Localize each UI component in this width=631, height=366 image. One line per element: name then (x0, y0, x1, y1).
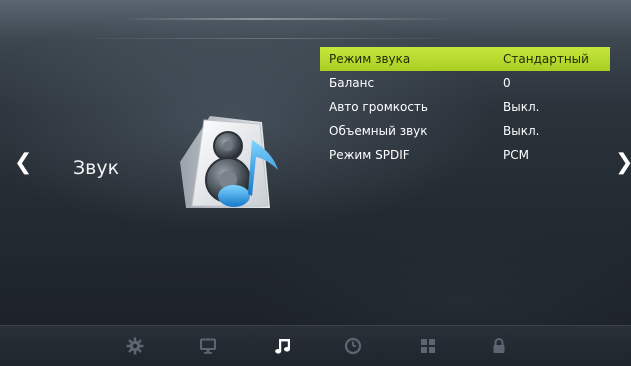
menu-item-label: Баланс (329, 76, 375, 90)
menu-item-label: Объемный звук (329, 124, 428, 138)
screen-glare (120, 18, 460, 20)
monitor-icon (200, 338, 216, 354)
screen-glare (60, 38, 480, 39)
menu-item-balance[interactable]: Баланс 0 (320, 71, 610, 95)
menu-item-value: PCM (503, 148, 529, 162)
menu-item-surround-sound[interactable]: Объемный звук Выкл. (320, 119, 610, 143)
menu-item-value: Стандартный (503, 52, 589, 66)
tab-lock[interactable] (488, 337, 510, 355)
menu-item-spdif-mode[interactable]: Режим SPDIF PCM (320, 143, 610, 167)
tab-settings[interactable] (124, 337, 146, 355)
menu-item-label: Режим звука (329, 52, 411, 66)
clock-icon (344, 337, 362, 355)
menu-item-value: Выкл. (503, 124, 540, 138)
menu-item-label: Режим SPDIF (329, 148, 410, 162)
lock-icon (493, 338, 505, 353)
bottom-tab-bar (0, 325, 631, 366)
tab-sound[interactable] (272, 337, 294, 355)
music-note-icon (275, 339, 290, 354)
grid-icon (421, 339, 435, 353)
tab-apps[interactable] (417, 337, 439, 355)
tab-picture[interactable] (197, 337, 219, 355)
speaker-music-icon (180, 116, 278, 208)
section-title: Звук (73, 157, 120, 179)
menu-item-auto-volume[interactable]: Авто громкость Выкл. (320, 95, 610, 119)
menu-item-sound-mode[interactable]: Режим звука Стандартный (320, 47, 610, 71)
next-page-arrow[interactable]: ❯ (615, 152, 631, 174)
tv-settings-screen: ❮ ❯ Звук (0, 0, 631, 366)
settings-menu: Режим звука Стандартный Баланс 0 Авто гр… (320, 47, 610, 167)
menu-item-value: Выкл. (503, 100, 540, 114)
menu-item-label: Авто громкость (329, 100, 428, 114)
tab-time[interactable] (342, 337, 364, 355)
menu-item-value: 0 (503, 76, 511, 90)
previous-page-arrow[interactable]: ❮ (14, 152, 32, 174)
gear-icon (126, 337, 144, 355)
